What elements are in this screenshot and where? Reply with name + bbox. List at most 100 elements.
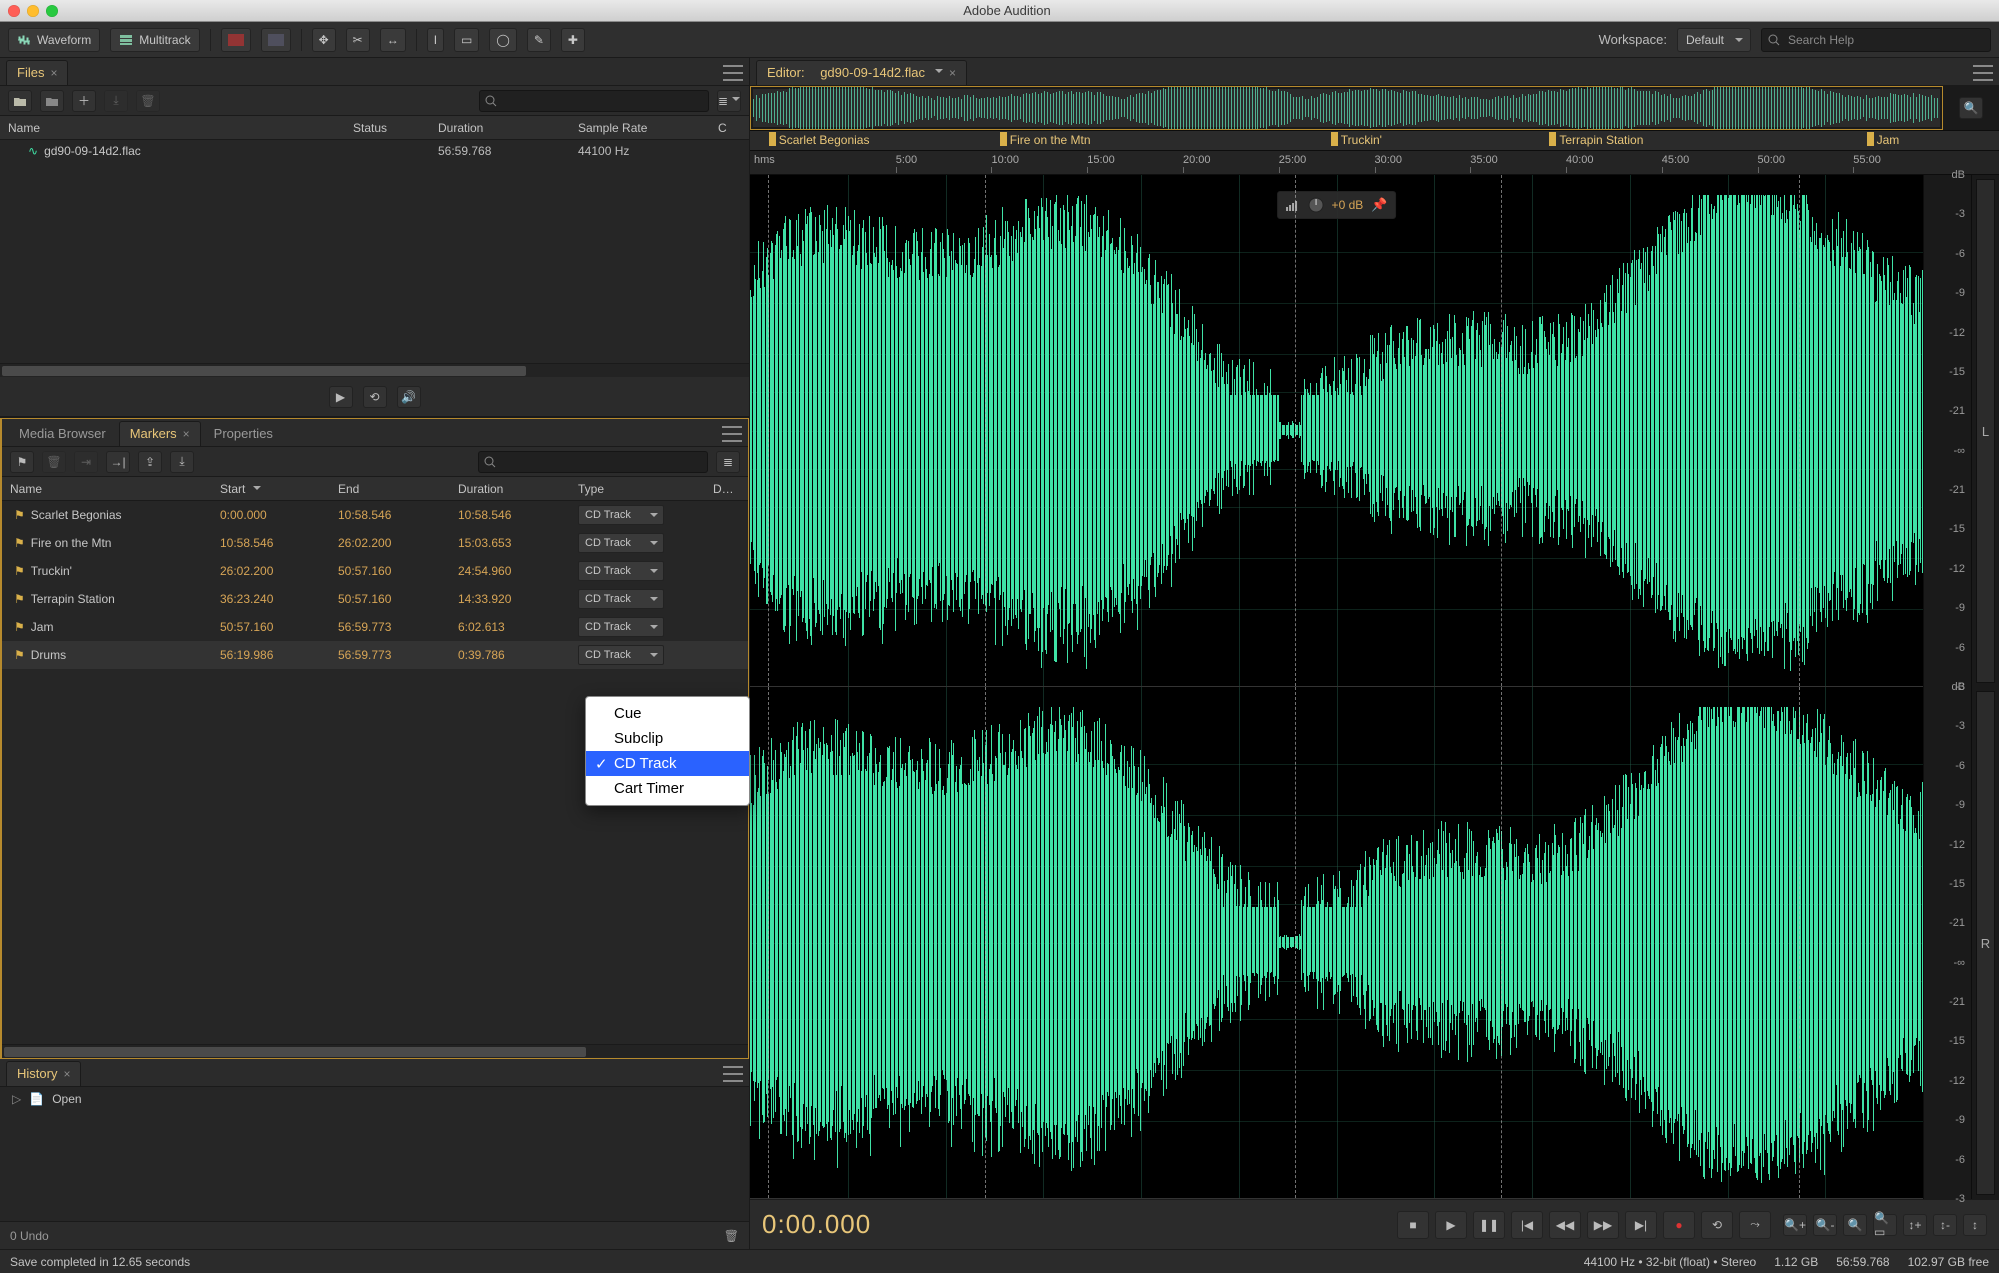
marker-type-dropdown[interactable]: CD Track <box>578 645 664 665</box>
tab-files[interactable]: Files× <box>6 60 68 85</box>
lasso-tool-button[interactable]: ◯ <box>489 28 516 52</box>
pin-hud-button[interactable]: 📌 <box>1371 197 1387 213</box>
panel-menu-button[interactable] <box>1973 65 1993 81</box>
time-ruler[interactable]: hms 5:0010:0015:0020:0025:0030:0035:0040… <box>750 151 1999 175</box>
zoom-full-button[interactable]: 🔍 <box>1843 1214 1867 1236</box>
import-button[interactable] <box>40 90 64 112</box>
time-selection-tool-button[interactable]: I <box>427 28 444 52</box>
marker-row[interactable]: ⚑Scarlet Begonias0:00.00010:58.54610:58.… <box>2 501 748 529</box>
record-button[interactable]: ● <box>1663 1211 1695 1239</box>
zoom-in-button[interactable]: 🔍+ <box>1783 1214 1807 1236</box>
tab-properties[interactable]: Properties <box>203 421 284 446</box>
panel-menu-button[interactable] <box>722 426 742 442</box>
zoom-selection-button[interactable]: 🔍▭ <box>1873 1214 1897 1236</box>
export-audio-button[interactable]: ⤓ <box>170 451 194 473</box>
marker-row[interactable]: ⚑Drums56:19.98656:59.7730:39.786CD Track <box>2 641 748 669</box>
slip-tool-button[interactable]: ↔ <box>380 28 406 52</box>
history-list[interactable]: ▷ 📄 Open <box>0 1087 749 1221</box>
marker-type-dropdown[interactable]: CD Track <box>578 589 664 609</box>
channel-badge-l[interactable]: L <box>1976 179 1995 683</box>
panel-menu-button[interactable] <box>723 65 743 81</box>
autoplay-button[interactable]: 🔊 <box>397 386 421 408</box>
col-status[interactable]: Status <box>345 121 430 135</box>
pause-button[interactable]: ❚❚ <box>1473 1211 1505 1239</box>
marker-flag[interactable]: Fire on the Mtn <box>1000 132 1091 147</box>
marker-row[interactable]: ⚑Truckin'26:02.20050:57.16024:54.960CD T… <box>2 557 748 585</box>
close-icon[interactable]: × <box>183 427 190 441</box>
col-sample-rate[interactable]: Sample Rate <box>570 121 710 135</box>
channel-badge-r[interactable]: R <box>1976 691 1995 1195</box>
spectral-frequency-button[interactable] <box>221 28 251 52</box>
add-marker-button[interactable]: ⚑ <box>10 451 34 473</box>
go-to-start-button[interactable]: |◀ <box>1511 1211 1543 1239</box>
zoom-in-amp-button[interactable]: ↕+ <box>1903 1214 1927 1236</box>
overview-waveform[interactable]: 🔍 <box>750 86 1999 131</box>
col-channels[interactable]: C <box>710 121 740 135</box>
chevron-down-icon[interactable] <box>935 69 943 77</box>
delete-marker-button[interactable]: 🗑 <box>42 451 66 473</box>
heal-tool-button[interactable]: ✚ <box>561 28 585 52</box>
close-icon[interactable]: × <box>949 66 956 80</box>
workspace-dropdown[interactable]: Default <box>1677 28 1751 52</box>
marker-type-menu[interactable]: Cue Subclip CD Track Cart Timer <box>585 696 750 806</box>
menu-item-cd-track[interactable]: CD Track <box>586 751 749 776</box>
preview-play-button[interactable]: ▶ <box>329 386 353 408</box>
delete-button[interactable]: 🗑 <box>136 90 160 112</box>
loop-preview-button[interactable]: ⟲ <box>363 386 387 408</box>
marker-type-dropdown[interactable]: CD Track <box>578 533 664 553</box>
col-name[interactable]: Name <box>0 121 345 135</box>
zoom-reset-amp-button[interactable]: ↕ <box>1963 1214 1987 1236</box>
tab-media-browser[interactable]: Media Browser <box>8 421 117 446</box>
history-item[interactable]: ▷ 📄 Open <box>0 1087 749 1111</box>
zoom-out-amp-button[interactable]: ↕- <box>1933 1214 1957 1236</box>
skip-selection-button[interactable]: ⤳ <box>1739 1211 1771 1239</box>
help-search-input[interactable]: Search Help <box>1761 28 1991 52</box>
rewind-button[interactable]: ◀◀ <box>1549 1211 1581 1239</box>
play-button[interactable]: ▶ <box>1435 1211 1467 1239</box>
files-list[interactable]: ∿gd90-09-14d2.flac 56:59.768 44100 Hz <box>0 140 749 363</box>
col-duration[interactable]: Duration <box>430 121 570 135</box>
marker-type-dropdown[interactable]: CD Track <box>578 617 664 637</box>
marker-type-dropdown[interactable]: CD Track <box>578 505 664 525</box>
filter-markers-button[interactable]: ≣ <box>716 451 740 473</box>
channel-left[interactable]: +0 dB 📌 <box>750 175 1923 687</box>
new-file-button[interactable]: ＋ <box>72 90 96 112</box>
brush-tool-button[interactable]: ✎ <box>527 28 551 52</box>
col-end[interactable]: End <box>330 482 450 496</box>
marker-row[interactable]: ⚑Jam50:57.16056:59.7736:02.613CD Track <box>2 613 748 641</box>
go-to-end-button[interactable]: ▶| <box>1625 1211 1657 1239</box>
export-markers-button[interactable]: ⇪ <box>138 451 162 473</box>
markers-list[interactable]: ⚑Scarlet Begonias0:00.00010:58.54610:58.… <box>2 501 748 1044</box>
markers-search-input[interactable] <box>478 451 708 473</box>
filter-button[interactable]: ≣ <box>717 90 741 112</box>
tab-editor[interactable]: Editor: gd90-09-14d2.flac × <box>756 60 967 85</box>
zoom-out-button[interactable]: 🔍- <box>1813 1214 1837 1236</box>
channel-right[interactable] <box>750 687 1923 1199</box>
col-type[interactable]: Type <box>570 482 705 496</box>
col-start[interactable]: Start <box>212 482 330 496</box>
marker-row[interactable]: ⚑Fire on the Mtn10:58.54626:02.20015:03.… <box>2 529 748 557</box>
marker-row[interactable]: ⚑Terrapin Station36:23.24050:57.16014:33… <box>2 585 748 613</box>
open-file-button[interactable] <box>8 90 32 112</box>
marquee-tool-button[interactable]: ▭ <box>454 28 479 52</box>
waveform-view-button[interactable]: Waveform <box>8 28 100 52</box>
spectral-pitch-button[interactable] <box>261 28 291 52</box>
move-tool-button[interactable]: ✥ <box>312 28 336 52</box>
files-search-input[interactable] <box>479 90 709 112</box>
marker-strip[interactable]: Scarlet BegoniasFire on the MtnTruckin'T… <box>750 131 1999 151</box>
knob-icon[interactable] <box>1308 197 1324 213</box>
col-description[interactable]: De <box>705 482 735 496</box>
razor-tool-button[interactable]: ✂ <box>346 28 370 52</box>
files-h-scrollbar[interactable] <box>0 363 749 377</box>
fast-forward-button[interactable]: ▶▶ <box>1587 1211 1619 1239</box>
menu-item-cart-timer[interactable]: Cart Timer <box>586 776 749 801</box>
insert-into-multitrack-button[interactable]: →| <box>106 451 130 473</box>
tab-markers[interactable]: Markers× <box>119 421 201 446</box>
markers-h-scrollbar[interactable] <box>2 1044 748 1058</box>
file-row[interactable]: ∿gd90-09-14d2.flac 56:59.768 44100 Hz <box>0 140 749 162</box>
marker-flag[interactable]: Jam <box>1867 132 1900 147</box>
stop-button[interactable]: ■ <box>1397 1211 1429 1239</box>
col-name[interactable]: Name <box>2 482 212 496</box>
delete-history-button[interactable]: 🗑 <box>724 1229 739 1243</box>
multitrack-view-button[interactable]: Multitrack <box>110 28 199 52</box>
